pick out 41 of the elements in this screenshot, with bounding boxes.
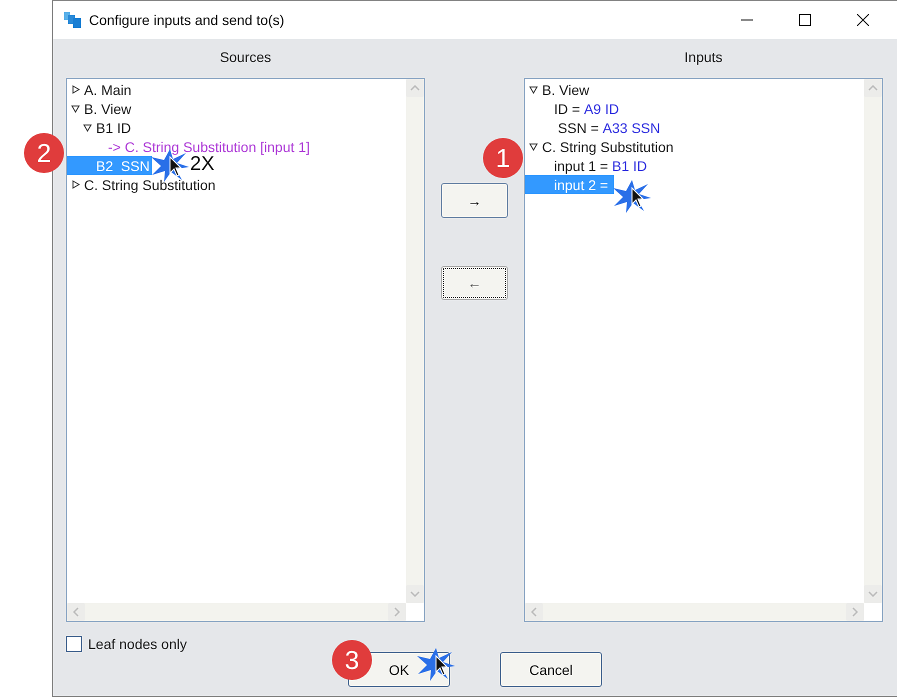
tree-item[interactable]: -> C. String Substitution [input 1] [67, 137, 312, 156]
checkbox-label: Leaf nodes only [88, 636, 187, 652]
expanded-triangle-icon[interactable] [529, 142, 538, 151]
expanded-triangle-icon[interactable] [71, 104, 80, 113]
click-cursor-icon [416, 646, 456, 682]
panel-heading: Inputs [683, 49, 724, 67]
scroll-left-icon[interactable] [67, 603, 85, 621]
tree-item[interactable]: C. String Substitution [525, 137, 676, 156]
vertical-scrollbar[interactable] [864, 79, 882, 603]
vertical-scrollbar[interactable] [406, 79, 424, 603]
move-button[interactable]: ← [441, 266, 508, 300]
scroll-up-icon[interactable] [864, 79, 882, 97]
dialog-button[interactable]: Cancel [500, 652, 602, 687]
click-cursor-icon [612, 178, 652, 214]
tree-item[interactable]: C. String Substitution [67, 175, 218, 194]
move-button[interactable]: → [441, 183, 508, 218]
expanded-triangle-icon[interactable] [529, 85, 538, 94]
app-icon [63, 11, 83, 29]
horizontal-scrollbar[interactable] [67, 603, 406, 621]
scroll-right-icon[interactable] [846, 603, 864, 621]
collapsed-triangle-icon[interactable] [71, 180, 80, 189]
tree-item[interactable]: B. View [525, 80, 592, 99]
tree-item[interactable]: input 1 = B1 ID [525, 156, 650, 175]
checkbox[interactable] [66, 636, 82, 652]
scroll-up-icon[interactable] [406, 79, 424, 97]
step-number-badge: 2 [24, 133, 64, 173]
tree-item[interactable]: SSN = A33 SSN [525, 118, 662, 137]
expanded-triangle-icon[interactable] [83, 123, 92, 132]
collapsed-triangle-icon[interactable] [71, 85, 80, 94]
scroll-down-icon[interactable] [864, 585, 882, 603]
scroll-right-icon[interactable] [388, 603, 406, 621]
scroll-left-icon[interactable] [525, 603, 543, 621]
panel-heading: Sources [218, 49, 272, 67]
window-title: Configure inputs and send to(s) [89, 12, 286, 28]
tree-item[interactable]: B1 ID [67, 118, 134, 137]
horizontal-scrollbar[interactable] [525, 603, 864, 621]
tree-item[interactable]: ID = A9 ID [525, 99, 621, 118]
tree-item[interactable]: A. Main [67, 80, 134, 99]
click-count-note: 2X [190, 153, 214, 176]
tree-item[interactable]: B. View [67, 99, 134, 118]
scroll-down-icon[interactable] [406, 585, 424, 603]
